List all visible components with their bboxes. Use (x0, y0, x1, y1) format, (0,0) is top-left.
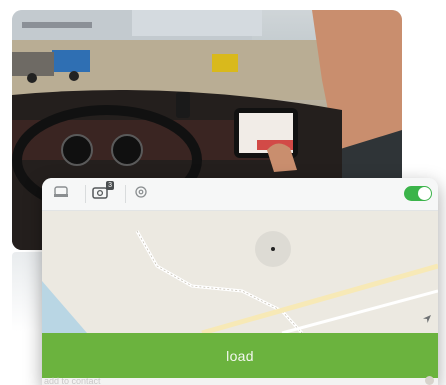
truck-button[interactable] (46, 183, 86, 205)
app-panel: 3 load add to contact (42, 178, 438, 385)
gear-icon (134, 185, 148, 204)
map-canvas (42, 230, 438, 336)
load-button-label: load (226, 347, 254, 364)
camera-badge-count: 3 (106, 180, 114, 190)
footer-badge-icon (425, 376, 434, 385)
camera-button[interactable]: 3 (86, 180, 126, 205)
tracking-toggle[interactable] (404, 186, 432, 201)
footer-status-text: add to contact (44, 376, 101, 385)
camera-badge-icon: 3 (92, 180, 114, 204)
truck-icon (53, 185, 69, 204)
load-button[interactable]: load (42, 333, 438, 378)
map-view[interactable] (42, 211, 438, 336)
settings-button[interactable] (126, 183, 156, 205)
footer-bar (42, 378, 438, 385)
location-arrow-icon[interactable] (422, 311, 432, 329)
toolbar: 3 (42, 178, 438, 211)
